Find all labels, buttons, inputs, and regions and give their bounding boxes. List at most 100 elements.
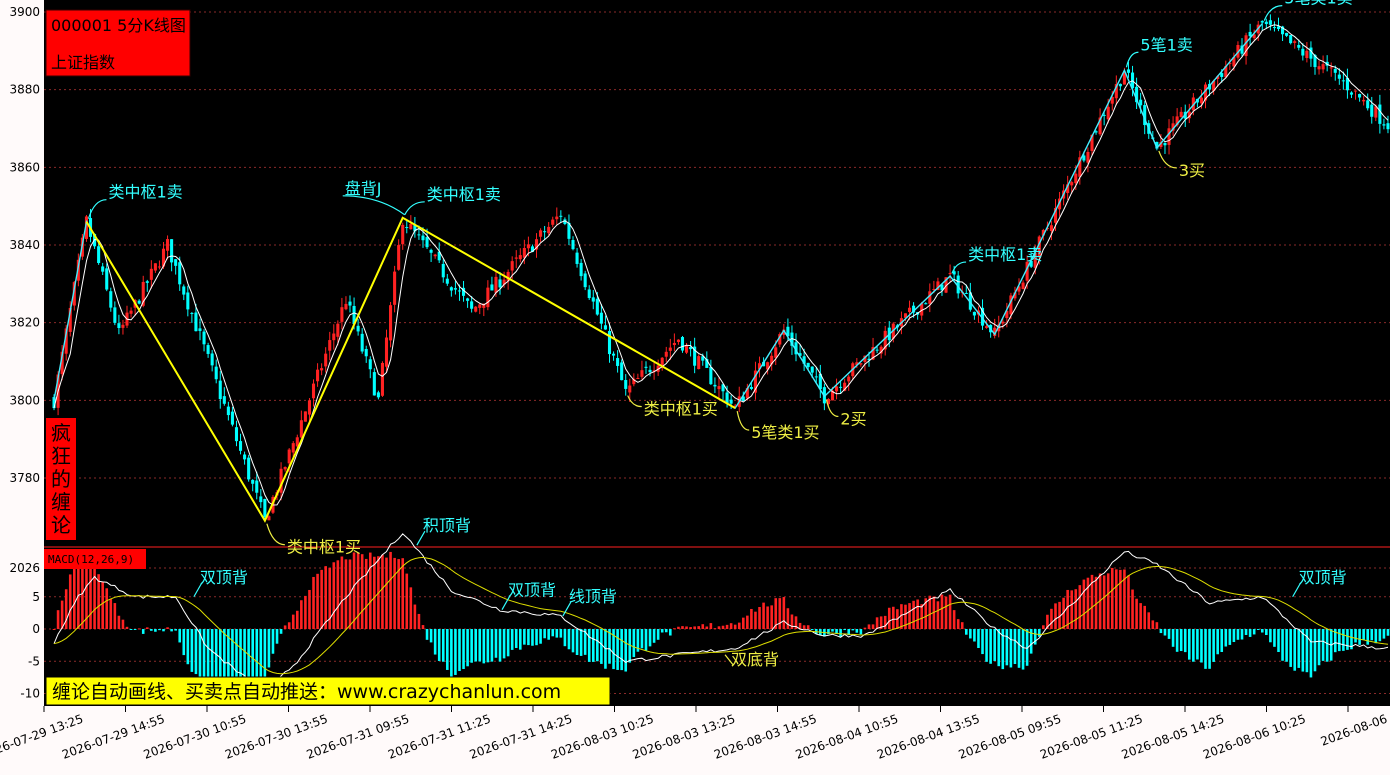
candle-body [571,240,575,250]
macd-histogram-bar [754,611,757,629]
candle-body [328,340,332,351]
macd-histogram-bar [693,626,696,629]
macd-histogram-bar [162,629,165,632]
candle-body [924,303,928,305]
macd-histogram-bar [478,629,482,662]
candle-body [356,325,360,332]
candle-body [336,323,340,337]
annotation-label: 类中枢1卖 [108,183,182,202]
candle-body [839,386,843,388]
macd-histogram-bar [1260,629,1264,633]
macd-histogram-bar [486,629,490,663]
macd-histogram-bar [1293,629,1297,671]
macd-histogram-bar [352,552,356,629]
macd-histogram-bar [1200,629,1203,663]
macd-histogram-bar [989,629,992,664]
macd-histogram-bar [332,562,336,629]
macd-histogram-bar [1386,629,1390,636]
candle-body [713,384,717,387]
macd-histogram-bar [883,615,887,629]
macd-histogram-bar [1159,629,1163,634]
macd-histogram-bar [441,629,445,662]
candle-body [1074,173,1078,184]
macd-histogram-bar [421,625,425,629]
candle-body [620,362,624,381]
macd-histogram-bar [1192,629,1195,662]
macd-histogram-bar [733,624,737,629]
macd-histogram-bar [373,556,376,629]
macd-histogram-bar [762,602,765,629]
candle-body [1337,74,1341,79]
candle-body [222,396,226,404]
macd-histogram-bar [1110,567,1114,629]
macd-histogram-bar [279,629,283,634]
candle-body [948,273,952,275]
candle-body [230,411,234,425]
macd-histogram-bar [786,608,790,629]
candle-body [474,306,478,312]
candle-body [774,347,778,358]
candle-body [263,499,267,518]
macd-histogram-bar [450,629,453,677]
macd-histogram-bar [648,629,652,647]
candle-body [234,427,239,442]
macd-histogram-bar [863,627,867,629]
macd-histogram-bar [1196,629,1199,660]
macd-histogram-bar [336,560,340,629]
macd-histogram-bar [766,606,769,629]
macd-histogram-bar [1342,629,1345,651]
macd-histogram-bar [1244,629,1248,635]
macd-histogram-bar [1232,629,1236,643]
candle-body [579,262,583,277]
macd-histogram-bar [287,622,291,629]
macd-histogram-bar [1179,629,1183,652]
candle-body [299,420,303,438]
macd-annotation-label: 双顶背 [508,581,556,600]
macd-histogram-bar [985,629,988,662]
macd-histogram-bar [1285,629,1288,662]
macd-histogram-bar [709,623,713,629]
macd-histogram-bar [77,559,80,629]
macd-histogram-bar [596,629,599,662]
annotation-label: 5笔类1卖 [1284,0,1352,8]
macd-histogram-bar [150,629,153,631]
macd-histogram-bar [531,629,534,646]
candle-body [1366,100,1370,109]
candle-body [397,245,401,270]
title-code: 000001 5分K线图 [51,16,186,35]
macd-histogram-bar [993,629,996,661]
watermark-char: 缠 [51,490,71,514]
candle-body [1333,69,1337,73]
macd-histogram-bar [117,615,121,629]
macd-histogram-bar [591,629,595,662]
macd-histogram-bar [681,626,684,629]
candle-body [324,353,328,367]
macd-histogram-bar [1167,629,1171,639]
macd-histogram-bar [1228,629,1232,645]
macd-histogram-bar [1236,629,1240,640]
candle-body [291,443,295,453]
candle-body [1021,282,1025,289]
macd-histogram-bar [145,627,149,629]
candle-body [835,386,839,392]
macd-histogram-bar [433,629,437,655]
promo-banner-text: 缠论自动画线、买卖点自动推送：www.crazychanlun.com [52,681,561,703]
macd-histogram-bar [563,629,567,647]
candle-body [972,311,976,316]
macd-histogram-bar [875,617,879,629]
candle-body [380,362,384,396]
candle-body [466,298,470,301]
macd-histogram-bar [600,629,603,664]
macd-histogram-bar [1106,573,1110,629]
macd-histogram-bar [721,625,725,629]
macd-histogram-bar [1378,629,1382,642]
candle-body [145,281,149,283]
macd-histogram-bar [1366,629,1369,645]
candle-body [372,372,376,396]
macd-histogram-bar [758,607,761,629]
candle-body [453,288,457,290]
macd-histogram-bar [300,600,303,629]
macd-histogram-bar [275,629,279,644]
candle-body [575,252,579,264]
macd-histogram-bar [1309,629,1313,678]
